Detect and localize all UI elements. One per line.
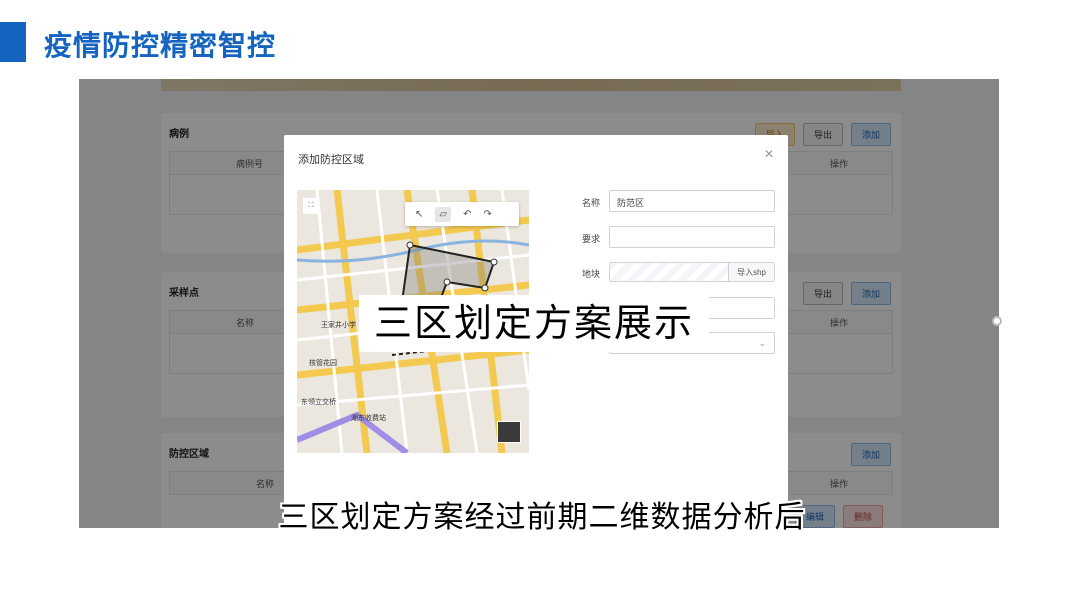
map-label: 王家井小学	[321, 322, 356, 329]
requirement-field[interactable]	[609, 226, 775, 248]
modal-title: 添加防控区域	[298, 154, 364, 166]
satellite-toggle[interactable]	[497, 421, 521, 443]
select-icon[interactable]: ↖	[415, 209, 423, 220]
map-label: 潮东收费站	[351, 415, 386, 422]
close-icon[interactable]: ✕	[764, 147, 774, 161]
plot-label: 地块	[582, 269, 601, 279]
plot-file-field[interactable]: 导入shp	[609, 262, 775, 282]
name-field[interactable]: 防范区	[609, 190, 775, 212]
requirement-label: 要求	[582, 234, 601, 244]
draw-toolbar: ↖ ▱ ↶ ↷	[405, 202, 519, 226]
redo-icon[interactable]: ↷	[483, 209, 491, 220]
map-label: 东领立交桥	[301, 399, 336, 406]
undo-icon[interactable]: ↶	[463, 209, 471, 220]
video-subtitle: 三区划定方案经过前期二维数据分析后	[278, 500, 806, 535]
import-shp-button[interactable]: 导入shp	[728, 263, 774, 281]
map-label: 核管花园	[309, 360, 337, 367]
polygon-icon[interactable]: ▱	[435, 206, 452, 222]
scrubber-handle[interactable]	[992, 316, 1002, 326]
slide-accent-bar	[0, 22, 26, 62]
fullscreen-icon[interactable]: ⛶	[303, 198, 319, 214]
name-label: 名称	[582, 198, 601, 208]
chevron-down-icon: ⌄	[758, 338, 766, 348]
caption-title: 三区划定方案展示	[373, 301, 694, 345]
slide-title: 疫情防控精密智控	[44, 29, 277, 62]
